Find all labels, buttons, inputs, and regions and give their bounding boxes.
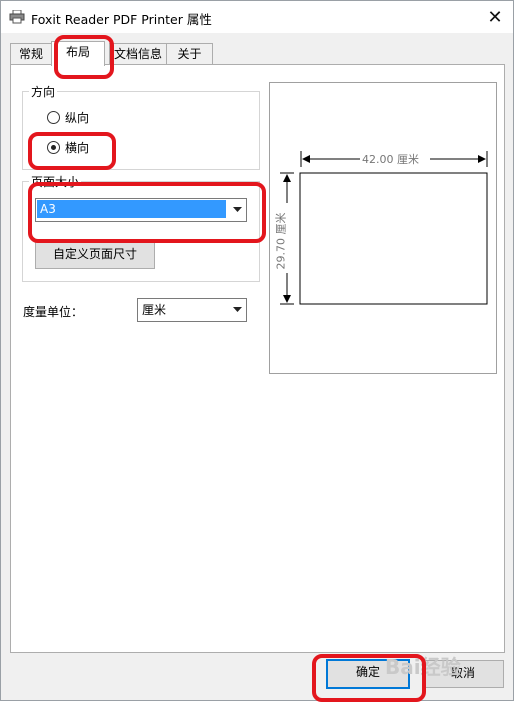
orientation-group-label: 方向 (29, 83, 58, 100)
preview-height-label: 29.70 厘米 (274, 212, 288, 270)
units-selected-value: 厘米 (142, 303, 167, 317)
ok-button-label: 确定 (355, 665, 380, 679)
units-label: 度量单位： (23, 305, 84, 319)
close-icon: ✕ (487, 6, 503, 28)
page-size-selected-value: A3 (37, 200, 226, 218)
custom-page-size-button-label: 自定义页面尺寸 (52, 247, 137, 261)
tab-layout-label: 布局 (65, 45, 90, 59)
page-size-group-label: 页面大小 (29, 173, 82, 190)
portrait-radio[interactable] (47, 111, 60, 124)
title-bar: Foxit Reader PDF Printer 属性 ✕ (1, 1, 513, 33)
tab-general-label: 常规 (18, 47, 43, 61)
preview-diagram (280, 151, 488, 305)
close-button[interactable]: ✕ (479, 3, 511, 31)
landscape-label: 横向 (65, 141, 90, 155)
tab-about[interactable]: 关于 (166, 43, 213, 65)
tab-document-info-label: 文档信息 (113, 47, 162, 61)
properties-dialog-window: Foxit Reader PDF Printer 属性 ✕ 常规 布局 文档信息… (0, 0, 514, 702)
units-dropdown-button[interactable] (229, 300, 245, 318)
preview-width-label: 42.00 厘米 (362, 153, 419, 166)
units-dropdown[interactable]: 厘米 (137, 298, 247, 322)
chevron-down-icon (232, 202, 242, 216)
page-preview: 42.00 厘米 29.70 厘米 (269, 82, 497, 374)
tab-layout[interactable]: 布局 (51, 41, 105, 66)
landscape-radio[interactable] (47, 141, 60, 154)
orientation-group (22, 91, 260, 170)
chevron-down-icon (232, 302, 242, 316)
radio-selected-dot (51, 145, 56, 150)
page-size-dropdown[interactable]: A3 (35, 198, 247, 222)
tab-about-label: 关于 (177, 47, 202, 61)
custom-page-size-button[interactable]: 自定义页面尺寸 (35, 240, 155, 269)
baidu-watermark: Bai经验 (385, 655, 461, 679)
portrait-label: 纵向 (65, 111, 90, 125)
printer-icon (9, 9, 25, 24)
tab-document-info[interactable]: 文档信息 (109, 43, 167, 65)
tab-general[interactable]: 常规 (10, 43, 52, 65)
window-title: Foxit Reader PDF Printer 属性 (31, 12, 212, 27)
page-size-dropdown-button[interactable] (229, 200, 245, 218)
